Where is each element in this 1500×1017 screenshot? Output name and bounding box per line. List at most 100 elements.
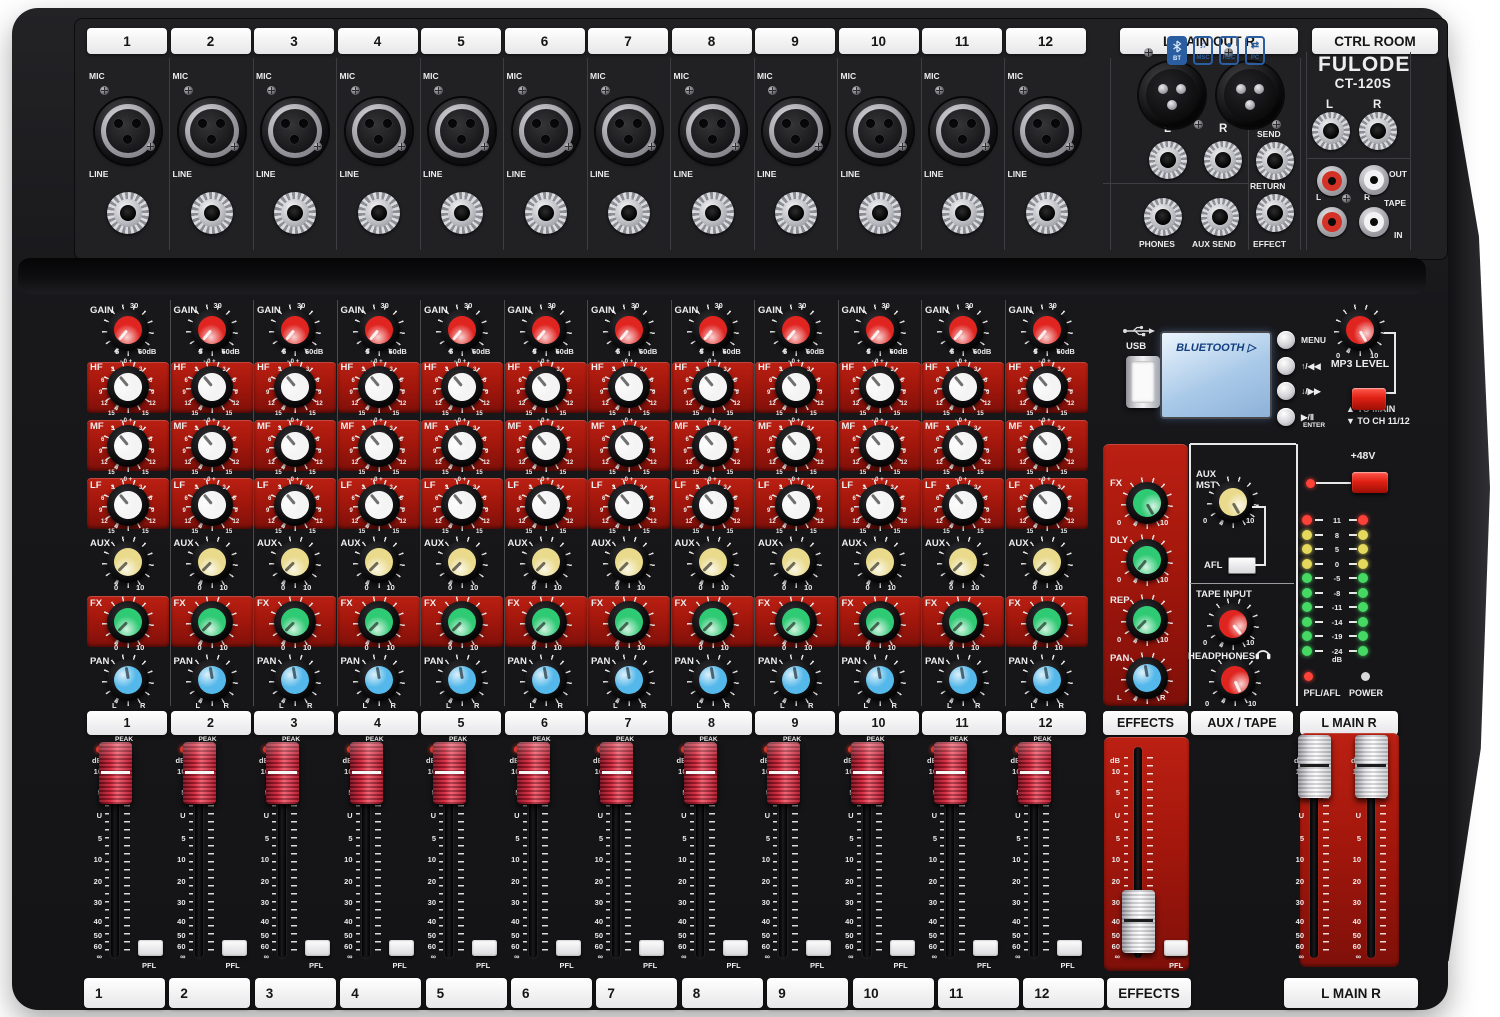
lf-eq-knob[interactable] [685, 477, 741, 533]
fader-scale-label: 10 [170, 856, 186, 864]
section-divider [1189, 444, 1191, 706]
channel-fader-cap[interactable] [600, 742, 633, 804]
lf-eq-knob[interactable] [601, 477, 657, 533]
eq-scale: 3 [946, 367, 949, 373]
pfl-button[interactable] [138, 940, 163, 956]
pfl-button[interactable] [723, 940, 748, 956]
fx-knob[interactable] [768, 594, 824, 650]
fx-knob[interactable] [852, 594, 908, 650]
fx-knob[interactable] [100, 594, 156, 650]
lf-eq-knob[interactable] [351, 477, 407, 533]
line-jack-input [775, 192, 817, 234]
hf-eq-knob[interactable] [601, 359, 657, 415]
mf-eq-knob[interactable] [434, 418, 490, 474]
pfl-button[interactable] [556, 940, 581, 956]
mp3-level-knob[interactable] [1332, 302, 1388, 358]
pan-label: PAN [675, 657, 694, 667]
fader-scale-label: 20 [337, 878, 353, 886]
mf-eq-knob[interactable] [518, 418, 574, 474]
pfl-button[interactable] [639, 940, 664, 956]
channel-fader-cap[interactable] [851, 742, 884, 804]
channel-divider [670, 58, 671, 250]
lf-eq-knob[interactable] [184, 477, 240, 533]
pfl-button[interactable] [305, 940, 330, 956]
pfl-button[interactable] [222, 940, 247, 956]
channel-fader-cap[interactable] [433, 742, 466, 804]
xlr-hole [708, 135, 717, 144]
fx-knob[interactable] [518, 594, 574, 650]
eq-scale: 15 [359, 411, 366, 417]
eq-scale: 9 [517, 449, 520, 455]
fx-knob[interactable] [685, 594, 741, 650]
fx-knob[interactable] [184, 594, 240, 650]
pfl-button[interactable] [389, 940, 414, 956]
hf-eq-knob[interactable] [518, 359, 574, 415]
fx-knob[interactable] [601, 594, 657, 650]
mf-eq-knob[interactable] [852, 418, 908, 474]
fader-scale-label: ∞ [1104, 953, 1120, 961]
fx-knob[interactable] [1019, 594, 1075, 650]
lf-eq-knob[interactable] [434, 477, 490, 533]
lf-eq-knob[interactable] [1019, 477, 1075, 533]
mf-eq-knob[interactable] [1019, 418, 1075, 474]
channel-fader-cap[interactable] [517, 742, 550, 804]
hf-eq-knob[interactable] [685, 359, 741, 415]
up-prev-button[interactable] [1277, 357, 1295, 375]
usb-port[interactable] [1126, 356, 1160, 408]
mf-eq-knob[interactable] [768, 418, 824, 474]
hf-eq-knob[interactable] [768, 359, 824, 415]
pfl-button[interactable] [890, 940, 915, 956]
lf-eq-knob[interactable] [768, 477, 824, 533]
channel-fader-cap[interactable] [934, 742, 967, 804]
lf-eq-knob[interactable] [935, 477, 991, 533]
channel-fader-cap[interactable] [266, 742, 299, 804]
channel-fader-cap[interactable] [99, 742, 132, 804]
channel-fader-cap[interactable] [1018, 742, 1051, 804]
fx-knob[interactable] [351, 594, 407, 650]
eq-scale: 12 [185, 401, 192, 407]
mf-eq-knob[interactable] [351, 418, 407, 474]
channel-fader-cap[interactable] [183, 742, 216, 804]
hf-eq-knob[interactable] [184, 359, 240, 415]
phantom-power-button[interactable] [1352, 472, 1388, 493]
meter-scale-value: 11 [1324, 517, 1350, 525]
fx-label: FX [591, 599, 603, 609]
fader-scale-label: 30 [838, 899, 854, 907]
fx-knob[interactable] [935, 594, 991, 650]
channel-fader-cap[interactable] [767, 742, 800, 804]
hf-eq-knob[interactable] [351, 359, 407, 415]
effects-fader-cap[interactable] [1122, 890, 1155, 953]
mf-eq-knob[interactable] [935, 418, 991, 474]
pfl-button[interactable] [1057, 940, 1082, 956]
hf-eq-knob[interactable] [852, 359, 908, 415]
channel-fader-cap[interactable] [350, 742, 383, 804]
mf-eq-knob[interactable] [685, 418, 741, 474]
pfl-button[interactable] [806, 940, 831, 956]
down-next-button[interactable] [1277, 382, 1295, 400]
mf-eq-knob[interactable] [601, 418, 657, 474]
play-pause-enter-button[interactable] [1277, 408, 1295, 426]
hf-eq-knob[interactable] [267, 359, 323, 415]
hf-eq-knob[interactable] [935, 359, 991, 415]
menu-button[interactable] [1277, 331, 1295, 349]
effects-pfl-button[interactable] [1164, 940, 1188, 956]
mp3-route-button[interactable] [1352, 388, 1386, 410]
main-l-fader-cap[interactable] [1298, 735, 1331, 798]
fx-knob[interactable] [434, 594, 490, 650]
mf-eq-knob[interactable] [267, 418, 323, 474]
lf-eq-knob[interactable] [518, 477, 574, 533]
hf-eq-knob[interactable] [1019, 359, 1075, 415]
mf-eq-knob[interactable] [184, 418, 240, 474]
hf-eq-knob[interactable] [100, 359, 156, 415]
fx-knob[interactable] [267, 594, 323, 650]
eq-scale: 6 [602, 496, 605, 502]
channel-fader-cap[interactable] [684, 742, 717, 804]
mf-eq-knob[interactable] [100, 418, 156, 474]
main-r-fader-cap[interactable] [1355, 735, 1388, 798]
pfl-button[interactable] [973, 940, 998, 956]
lf-eq-knob[interactable] [852, 477, 908, 533]
lf-eq-knob[interactable] [100, 477, 156, 533]
lf-eq-knob[interactable] [267, 477, 323, 533]
hf-eq-knob[interactable] [434, 359, 490, 415]
pfl-button[interactable] [472, 940, 497, 956]
